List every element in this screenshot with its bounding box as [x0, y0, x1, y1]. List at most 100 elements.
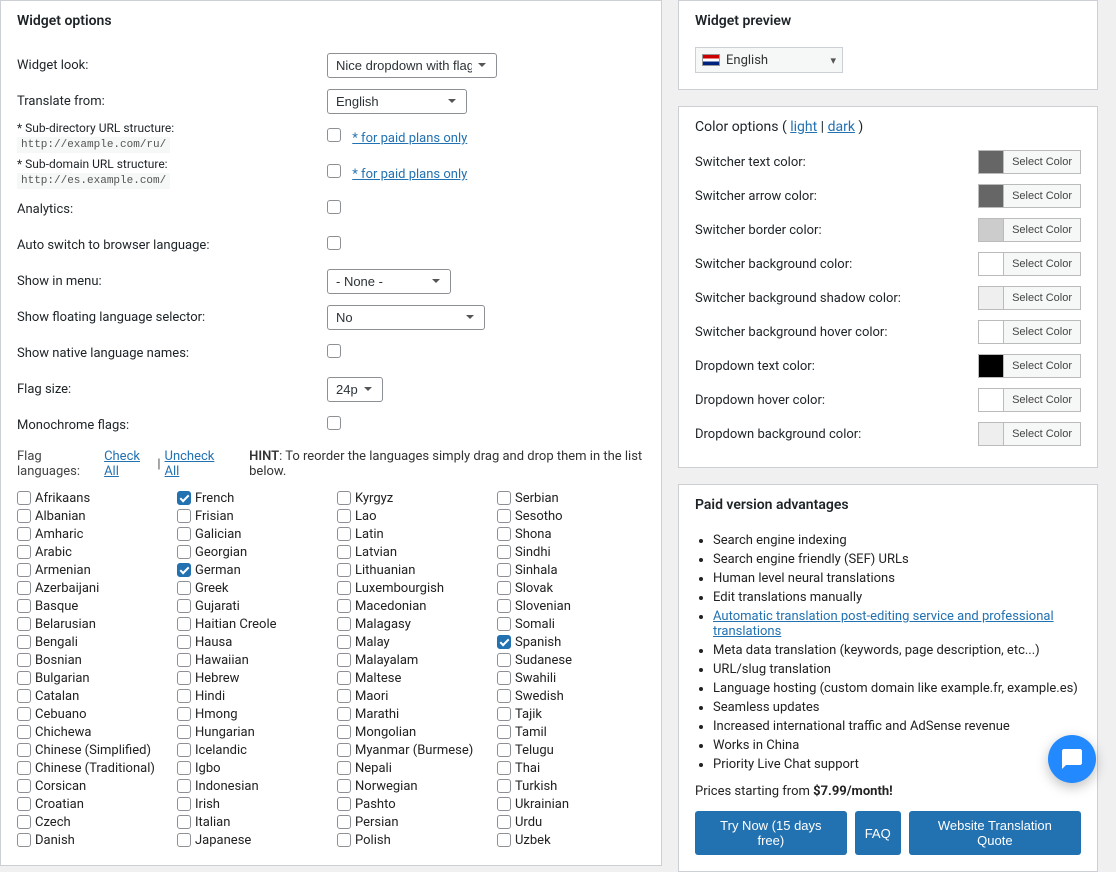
language-checkbox[interactable] [337, 509, 351, 523]
color-swatch[interactable] [978, 320, 1004, 344]
shownative-checkbox[interactable] [327, 344, 341, 358]
flag-size-select[interactable]: 24px [327, 377, 383, 402]
language-checkbox[interactable] [337, 797, 351, 811]
translate-from-select[interactable]: English [327, 89, 467, 114]
language-checkbox[interactable] [17, 671, 31, 685]
language-checkbox[interactable] [17, 725, 31, 739]
language-checkbox[interactable] [177, 797, 191, 811]
language-checkbox[interactable] [337, 563, 351, 577]
language-checkbox[interactable] [337, 527, 351, 541]
language-checkbox[interactable] [177, 833, 191, 847]
select-color-button[interactable]: Select Color [1004, 218, 1081, 242]
preview-dropdown[interactable]: English ▾ [695, 47, 843, 73]
language-checkbox[interactable] [17, 491, 31, 505]
language-checkbox[interactable] [177, 599, 191, 613]
language-checkbox[interactable] [337, 653, 351, 667]
color-swatch[interactable] [978, 252, 1004, 276]
language-checkbox[interactable] [177, 689, 191, 703]
language-checkbox[interactable] [17, 653, 31, 667]
dark-link[interactable]: dark [828, 119, 855, 135]
select-color-button[interactable]: Select Color [1004, 422, 1081, 446]
subdom-paid-link[interactable]: * for paid plans only [352, 167, 467, 182]
language-checkbox[interactable] [177, 779, 191, 793]
language-checkbox[interactable] [177, 653, 191, 667]
color-swatch[interactable] [978, 388, 1004, 412]
subdir-paid-link[interactable]: * for paid plans only [352, 131, 467, 146]
language-checkbox[interactable] [177, 635, 191, 649]
language-checkbox[interactable] [17, 545, 31, 559]
language-checkbox[interactable] [337, 581, 351, 595]
language-checkbox[interactable] [337, 833, 351, 847]
select-color-button[interactable]: Select Color [1004, 252, 1081, 276]
language-checkbox[interactable] [17, 797, 31, 811]
language-checkbox[interactable] [497, 833, 511, 847]
language-checkbox[interactable] [337, 761, 351, 775]
language-checkbox[interactable] [337, 725, 351, 739]
language-checkbox[interactable] [497, 617, 511, 631]
color-swatch[interactable] [978, 184, 1004, 208]
subdom-checkbox[interactable] [327, 164, 341, 178]
uncheck-all-link[interactable]: Uncheck All [165, 449, 227, 479]
language-checkbox[interactable] [17, 563, 31, 577]
language-checkbox[interactable] [337, 491, 351, 505]
select-color-button[interactable]: Select Color [1004, 286, 1081, 310]
language-checkbox[interactable] [497, 653, 511, 667]
language-checkbox[interactable] [177, 707, 191, 721]
language-checkbox[interactable] [337, 599, 351, 613]
color-swatch[interactable] [978, 422, 1004, 446]
language-checkbox[interactable] [177, 563, 191, 577]
language-checkbox[interactable] [17, 617, 31, 631]
try-now-button[interactable]: Try Now (15 days free) [695, 811, 847, 855]
language-checkbox[interactable] [17, 599, 31, 613]
language-checkbox[interactable] [17, 635, 31, 649]
language-checkbox[interactable] [17, 779, 31, 793]
autoswitch-checkbox[interactable] [327, 236, 341, 250]
language-checkbox[interactable] [337, 671, 351, 685]
check-all-link[interactable]: Check All [104, 449, 153, 479]
show-menu-select[interactable]: - None - [327, 269, 451, 294]
language-checkbox[interactable] [497, 563, 511, 577]
language-checkbox[interactable] [17, 509, 31, 523]
language-checkbox[interactable] [17, 761, 31, 775]
language-checkbox[interactable] [17, 707, 31, 721]
language-checkbox[interactable] [337, 545, 351, 559]
language-checkbox[interactable] [17, 689, 31, 703]
color-swatch[interactable] [978, 286, 1004, 310]
language-checkbox[interactable] [177, 527, 191, 541]
language-checkbox[interactable] [17, 815, 31, 829]
language-checkbox[interactable] [497, 725, 511, 739]
language-checkbox[interactable] [177, 815, 191, 829]
language-checkbox[interactable] [337, 779, 351, 793]
select-color-button[interactable]: Select Color [1004, 320, 1081, 344]
language-checkbox[interactable] [337, 635, 351, 649]
language-checkbox[interactable] [337, 815, 351, 829]
mono-checkbox[interactable] [327, 416, 341, 430]
language-checkbox[interactable] [177, 491, 191, 505]
language-checkbox[interactable] [497, 707, 511, 721]
language-checkbox[interactable] [177, 545, 191, 559]
widget-look-select[interactable]: Nice dropdown with flags [327, 53, 497, 78]
language-checkbox[interactable] [17, 527, 31, 541]
language-checkbox[interactable] [497, 671, 511, 685]
language-checkbox[interactable] [497, 545, 511, 559]
language-checkbox[interactable] [17, 743, 31, 757]
language-checkbox[interactable] [337, 617, 351, 631]
language-checkbox[interactable] [497, 527, 511, 541]
subdir-checkbox[interactable] [327, 128, 341, 142]
language-checkbox[interactable] [177, 509, 191, 523]
language-checkbox[interactable] [17, 581, 31, 595]
language-checkbox[interactable] [337, 689, 351, 703]
language-checkbox[interactable] [177, 725, 191, 739]
color-swatch[interactable] [978, 218, 1004, 242]
light-link[interactable]: light [790, 119, 817, 135]
color-swatch[interactable] [978, 354, 1004, 378]
show-float-select[interactable]: No [327, 305, 485, 330]
select-color-button[interactable]: Select Color [1004, 184, 1081, 208]
advantage-link[interactable]: Automatic translation post-editing servi… [713, 609, 1054, 639]
language-checkbox[interactable] [17, 833, 31, 847]
analytics-checkbox[interactable] [327, 200, 341, 214]
language-checkbox[interactable] [497, 689, 511, 703]
language-checkbox[interactable] [497, 635, 511, 649]
color-swatch[interactable] [978, 150, 1004, 174]
language-checkbox[interactable] [497, 743, 511, 757]
